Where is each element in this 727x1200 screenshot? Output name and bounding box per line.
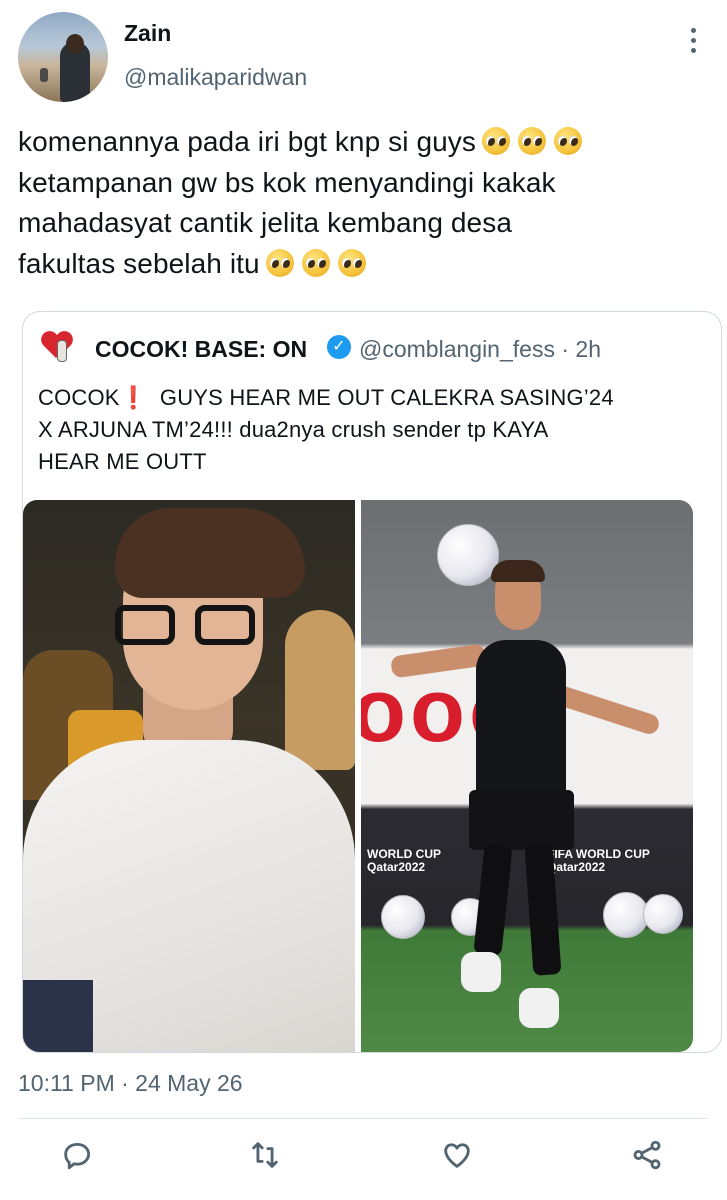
- more-options-icon[interactable]: [690, 28, 698, 58]
- media-grid: ooo WORLD CUP Qatar2022 FIFA WORLD CUP Qat…: [23, 500, 693, 1052]
- photo-right[interactable]: ooo WORLD CUP Qatar2022 FIFA WORLD CUP Qat…: [361, 500, 693, 1052]
- reply-icon[interactable]: [60, 1138, 100, 1178]
- ad-text-right: FIFA WORLD CUP Qatar2022: [547, 847, 650, 874]
- tweet-line-1: komenannya pada iri bgt knp si guys: [18, 122, 708, 163]
- exclamation-emoji: ❗: [119, 385, 148, 410]
- separator-dot: ·: [561, 336, 570, 362]
- quoted-time[interactable]: 2h: [575, 336, 601, 362]
- divider: [18, 1118, 708, 1119]
- verified-badge-icon: ✓: [327, 335, 351, 359]
- tweet-text: komenannya pada iri bgt knp si guys keta…: [18, 122, 708, 284]
- retweet-icon[interactable]: [248, 1138, 288, 1178]
- ball: [381, 895, 425, 939]
- quoted-line-1: COCOK❗ GUYS HEAR ME OUT CALEKRA SASING’2…: [38, 385, 614, 410]
- tweet-line-2: ketampanan gw bs kok menyandingi kakak: [18, 166, 556, 198]
- quoted-avatar[interactable]: [39, 328, 77, 366]
- quoted-display-name[interactable]: COCOK! BASE: ON: [95, 336, 307, 363]
- quoted-tweet[interactable]: COCOK! BASE: ON ✓ @comblangin_fess · 2h …: [22, 311, 722, 1053]
- ad-text-left: WORLD CUP Qatar2022: [367, 847, 441, 874]
- quoted-handle-time: @comblangin_fess · 2h: [359, 336, 601, 363]
- tweet-header: Zain @malikaparidwan: [18, 12, 708, 104]
- display-name[interactable]: Zain: [124, 20, 171, 47]
- user-handle[interactable]: @malikaparidwan: [124, 64, 307, 91]
- pleading-face-emoji: [554, 127, 582, 155]
- ball: [437, 524, 499, 586]
- tweet-timestamp[interactable]: 10:11 PM · 24 May 26: [18, 1070, 243, 1097]
- photo-left[interactable]: [23, 500, 355, 1052]
- quoted-line-3: HEAR ME OUTT: [38, 449, 207, 474]
- pleading-face-emoji: [301, 248, 330, 277]
- ball: [643, 894, 683, 934]
- share-icon[interactable]: [630, 1138, 670, 1178]
- action-bar: [0, 1138, 727, 1188]
- like-icon[interactable]: [440, 1138, 480, 1178]
- tweet-line-4: fakultas sebelah itu: [18, 244, 708, 285]
- quoted-handle[interactable]: @comblangin_fess: [359, 336, 555, 362]
- pleading-face-emoji: [518, 127, 546, 155]
- avatar[interactable]: [18, 12, 108, 102]
- quoted-text: COCOK❗ GUYS HEAR ME OUT CALEKRA SASING’2…: [38, 382, 698, 478]
- tweet-line-3: mahadasyat cantik jelita kembang desa: [18, 207, 512, 238]
- quoted-line-2: X ARJUNA TM’24!!! dua2nya crush sender t…: [38, 417, 549, 442]
- pleading-face-emoji: [337, 248, 366, 277]
- pleading-face-emoji: [482, 127, 510, 155]
- pleading-face-emoji: [265, 248, 294, 277]
